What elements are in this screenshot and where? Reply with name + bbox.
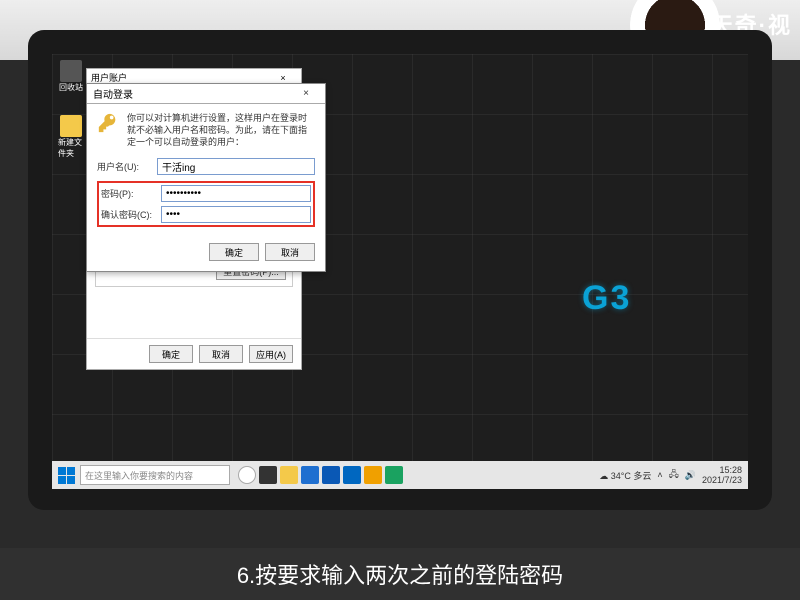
search-placeholder: 在这里输入你要搜索的内容 [85, 469, 193, 482]
dialog-title: 自动登录 [93, 86, 133, 101]
auto-login-dialog: 自动登录 × 你可以对计算机进行设置，这样用户在登录时就不必输入用户名和密码。为… [86, 83, 326, 272]
instruction-caption: 6.按要求输入两次之前的登陆密码 [0, 548, 800, 600]
recycle-bin-icon[interactable]: 回收站 [58, 60, 84, 93]
date-text: 2021/7/23 [702, 475, 742, 485]
wechat-icon[interactable] [385, 466, 403, 484]
screen: 回收站 新建文件夹 G3 用户账户 × 添加(D)... 删除(R) 属性(O) [52, 54, 748, 489]
time-text: 15:28 [702, 465, 742, 475]
explorer-icon[interactable] [280, 466, 298, 484]
highlighted-password-area: 密码(P): 确认密码(C): [97, 181, 315, 227]
taskbar-clock[interactable]: 15:28 2021/7/23 [702, 465, 742, 485]
cortana-icon[interactable] [238, 466, 256, 484]
laptop-bezel: 回收站 新建文件夹 G3 用户账户 × 添加(D)... 删除(R) 属性(O) [28, 30, 772, 510]
desktop-icon-label: 新建文件夹 [58, 137, 84, 159]
dialog-info-text: 你可以对计算机进行设置，这样用户在登录时就不必输入用户名和密码。为此，请在下面指… [127, 112, 315, 148]
dialog-titlebar[interactable]: 自动登录 × [87, 84, 325, 104]
confirm-password-label: 确认密码(C): [101, 208, 161, 221]
key-icon [97, 112, 119, 148]
username-input[interactable] [157, 158, 315, 175]
password-input[interactable] [161, 185, 311, 202]
tray-chevron-icon[interactable]: ˄ [657, 470, 662, 480]
store-icon[interactable] [343, 466, 361, 484]
system-tray[interactable]: ☁ 34°C 多云 ˄ 🖧 🔊 15:28 2021/7/23 [599, 465, 746, 485]
volume-icon[interactable]: 🔊 [685, 470, 696, 481]
network-icon[interactable]: 🖧 [669, 467, 679, 483]
username-label: 用户名(U): [97, 160, 157, 173]
close-icon[interactable]: × [293, 88, 319, 99]
start-button[interactable] [54, 464, 78, 486]
ok-button[interactable]: 确定 [209, 243, 259, 261]
confirm-password-input[interactable] [161, 206, 311, 223]
desktop-icons: 回收站 新建文件夹 [58, 60, 84, 159]
search-input[interactable]: 在这里输入你要搜索的内容 [80, 465, 230, 485]
windows-logo-icon [58, 467, 75, 484]
weather-widget[interactable]: ☁ 34°C 多云 [599, 469, 651, 482]
apply-button[interactable]: 应用(A) [249, 345, 293, 363]
wallpaper-logo: G3 [582, 279, 631, 318]
edge-icon[interactable] [322, 466, 340, 484]
taskbar: 在这里输入你要搜索的内容 ☁ 34°C 多云 ˄ 🖧 🔊 15:28 [52, 461, 748, 489]
edge-chromium-icon[interactable] [301, 466, 319, 484]
close-icon[interactable]: × [269, 73, 297, 83]
security-icon[interactable] [364, 466, 382, 484]
folder-icon[interactable]: 新建文件夹 [58, 115, 84, 159]
taskview-icon[interactable] [259, 466, 277, 484]
desktop-icon-label: 回收站 [59, 82, 83, 93]
ok-button[interactable]: 确定 [149, 345, 193, 363]
password-label: 密码(P): [101, 187, 161, 200]
cancel-button[interactable]: 取消 [199, 345, 243, 363]
task-icons [238, 466, 403, 484]
cancel-button[interactable]: 取消 [265, 243, 315, 261]
